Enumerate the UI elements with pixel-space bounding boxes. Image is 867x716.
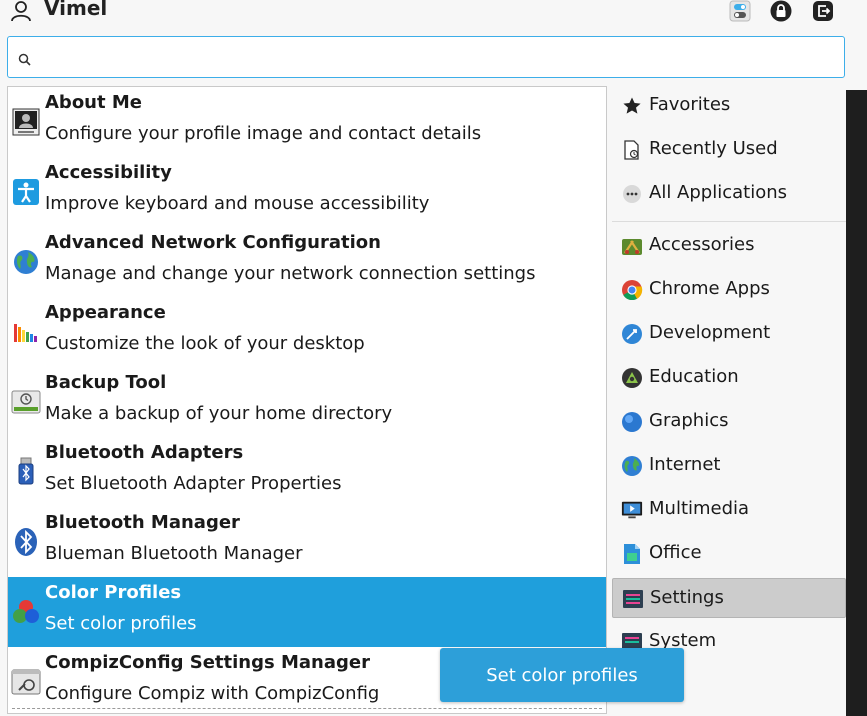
result-description: Customize the look of your desktop xyxy=(45,333,365,354)
categories-panel: Favorites Recently Used All Applications xyxy=(612,86,846,716)
category-label: Favorites xyxy=(649,94,731,115)
result-item-backup-tool[interactable]: Backup Tool Make a backup of your home d… xyxy=(8,367,606,437)
education-icon xyxy=(621,367,643,389)
compiz-icon xyxy=(11,667,41,697)
tooltip: Set color profiles xyxy=(440,648,684,702)
user-icon[interactable] xyxy=(10,0,32,22)
search-icon xyxy=(18,51,31,66)
result-title: About Me xyxy=(45,92,142,113)
toggle-switch-icon[interactable] xyxy=(729,0,751,22)
result-title: Bluetooth Adapters xyxy=(45,442,244,463)
category-education[interactable]: Education xyxy=(612,358,846,398)
result-title: Advanced Network Configuration xyxy=(45,232,381,253)
recent-document-icon xyxy=(621,139,643,161)
result-title: Accessibility xyxy=(45,162,172,183)
search-input[interactable] xyxy=(42,43,832,71)
chrome-icon xyxy=(621,279,643,301)
bluetooth-icon xyxy=(11,527,41,557)
category-recently-used[interactable]: Recently Used xyxy=(612,130,846,170)
development-icon xyxy=(621,323,643,345)
category-label: Chrome Apps xyxy=(649,278,770,299)
category-all-applications[interactable]: All Applications xyxy=(612,174,846,214)
result-description: Improve keyboard and mouse accessibility xyxy=(45,193,430,214)
category-label: Recently Used xyxy=(649,138,778,159)
category-label: Multimedia xyxy=(649,498,750,519)
result-description: Set color profiles xyxy=(45,613,197,634)
category-favorites[interactable]: Favorites xyxy=(612,86,846,126)
result-description: Manage and change your network connectio… xyxy=(45,263,536,284)
accessories-icon xyxy=(621,235,643,257)
network-globe-icon xyxy=(11,247,41,277)
category-office[interactable]: Office xyxy=(612,534,846,574)
user-name: Vimel xyxy=(44,0,108,20)
graphics-icon xyxy=(621,411,643,433)
category-chrome-apps[interactable]: Chrome Apps xyxy=(612,270,846,310)
about-me-icon xyxy=(11,107,41,137)
result-description: Make a backup of your home directory xyxy=(45,403,393,424)
multimedia-icon xyxy=(621,499,643,521)
result-title: Appearance xyxy=(45,302,166,323)
results-list: About Me Configure your profile image an… xyxy=(7,86,607,714)
lock-icon[interactable] xyxy=(770,0,792,22)
color-profiles-icon xyxy=(11,597,41,627)
category-multimedia[interactable]: Multimedia xyxy=(612,490,846,530)
search-box xyxy=(7,36,845,78)
category-separator xyxy=(612,221,846,222)
category-label: Education xyxy=(649,366,739,387)
category-label: Development xyxy=(649,322,771,343)
office-icon xyxy=(621,543,643,565)
result-item-accessibility[interactable]: Accessibility Improve keyboard and mouse… xyxy=(8,157,606,227)
bluetooth-adapter-icon xyxy=(11,457,41,487)
category-settings[interactable]: Settings xyxy=(612,578,846,618)
settings-icon xyxy=(622,588,644,610)
result-item-bluetooth-manager[interactable]: Bluetooth Manager Blueman Bluetooth Mana… xyxy=(8,507,606,577)
category-graphics[interactable]: Graphics xyxy=(612,402,846,442)
header-bar: Vimel xyxy=(0,0,867,30)
category-label: All Applications xyxy=(649,182,787,203)
result-item-bluetooth-adapters[interactable]: Bluetooth Adapters Set Bluetooth Adapter… xyxy=(8,437,606,507)
result-item-color-profiles[interactable]: Color Profiles Set color profiles xyxy=(8,577,606,647)
category-label: Graphics xyxy=(649,410,729,431)
category-label: Office xyxy=(649,542,702,563)
result-description: Set Bluetooth Adapter Properties xyxy=(45,473,342,494)
backup-icon xyxy=(11,387,41,417)
category-development[interactable]: Development xyxy=(612,314,846,354)
result-description: Configure your profile image and contact… xyxy=(45,123,482,144)
result-item-advanced-network[interactable]: Advanced Network Configuration Manage an… xyxy=(8,227,606,297)
category-accessories[interactable]: Accessories xyxy=(612,226,846,266)
category-label: Internet xyxy=(649,454,721,475)
result-description: Blueman Bluetooth Manager xyxy=(45,543,303,564)
star-icon xyxy=(621,95,643,117)
internet-icon xyxy=(621,455,643,477)
all-apps-icon xyxy=(621,183,643,205)
desktop-background-edge xyxy=(846,90,867,716)
category-internet[interactable]: Internet xyxy=(612,446,846,486)
logout-icon[interactable] xyxy=(812,0,834,22)
result-title: Color Profiles xyxy=(45,582,182,603)
category-label: Settings xyxy=(650,587,724,608)
result-title: CompizConfig Settings Manager xyxy=(45,652,370,673)
result-item-appearance[interactable]: Appearance Customize the look of your de… xyxy=(8,297,606,367)
list-bottom-divider xyxy=(12,708,602,709)
result-title: Backup Tool xyxy=(45,372,167,393)
result-title: Bluetooth Manager xyxy=(45,512,240,533)
result-description: Configure Compiz with CompizConfig xyxy=(45,683,380,704)
result-item-about-me[interactable]: About Me Configure your profile image an… xyxy=(8,87,606,157)
accessibility-icon xyxy=(11,177,41,207)
category-label: Accessories xyxy=(649,234,755,255)
appearance-icon xyxy=(11,317,41,347)
